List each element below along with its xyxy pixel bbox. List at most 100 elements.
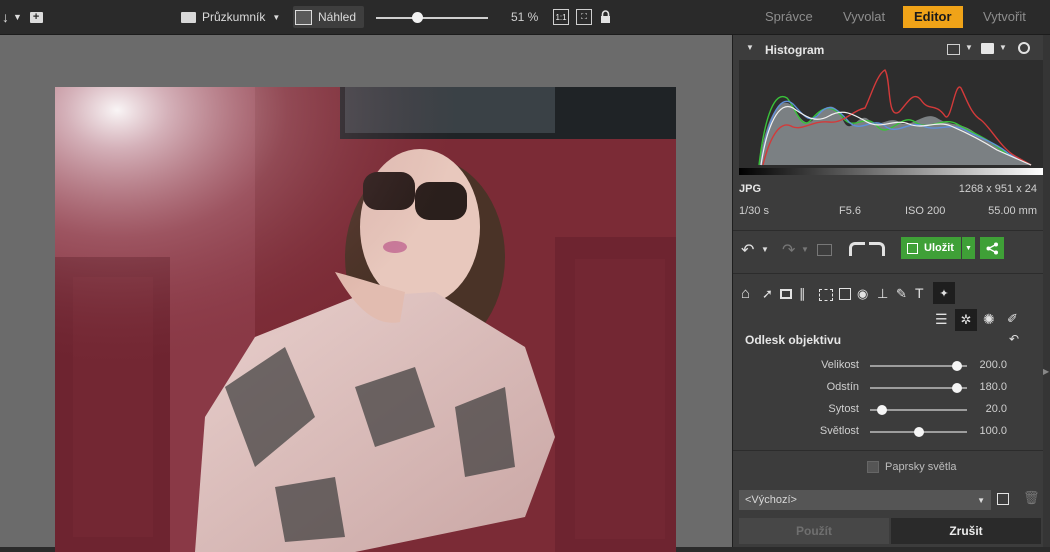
image-icon[interactable] (817, 244, 832, 256)
mode-vytvorit[interactable]: Vytvořit (983, 6, 1026, 28)
redo-icon[interactable]: ↷ (782, 240, 795, 260)
lens-flare-params: Velikost 200.0 Odstín 180.0 Sytost 20.0 … (733, 355, 1043, 445)
chevron-down-icon[interactable]: ▼ (801, 245, 809, 254)
photo-format: JPG (739, 183, 762, 195)
param-value: 180.0 (979, 381, 1007, 393)
param-value: 200.0 (979, 359, 1007, 371)
photo-aperture: F5.6 (839, 205, 862, 217)
param-knob[interactable] (913, 427, 924, 437)
histogram-header[interactable]: ▼ Histogram ▼ ▼ (733, 42, 1043, 57)
param-row[interactable]: Velikost 200.0 (733, 355, 1043, 375)
histogram-title: Histogram (765, 43, 825, 57)
chevron-down-icon[interactable]: ▼ (965, 43, 973, 52)
chevron-down-icon[interactable]: ▼ (761, 245, 769, 254)
collapse-icon[interactable]: ▼ (746, 43, 754, 52)
mode-editor[interactable]: Editor (903, 6, 963, 28)
lens-flare-title: Odlesk objektivu (745, 333, 842, 347)
circle-icon[interactable] (1018, 42, 1030, 54)
selection-icon[interactable] (819, 289, 833, 301)
home-icon[interactable]: ⌂ (741, 285, 750, 302)
sub-tools-row: ☰ ✲ ✺ ✐ (931, 309, 1043, 333)
mode-spravce[interactable]: Správce (765, 6, 813, 28)
rotate-right-icon[interactable] (869, 242, 885, 256)
chevron-down-icon[interactable]: ▼ (13, 12, 22, 22)
histogram-gradient-bar (739, 168, 1043, 175)
pen-icon[interactable]: ✐ (1007, 311, 1018, 327)
level-icon[interactable]: ⊥ (877, 286, 888, 302)
text-box-icon[interactable] (839, 288, 851, 300)
param-label: Sytost (828, 403, 859, 415)
chevron-down-icon[interactable]: ▼ (999, 43, 1007, 52)
lines-icon[interactable]: ☰ (935, 311, 948, 328)
chevron-down-icon: ▼ (977, 495, 985, 505)
photo-image (55, 87, 676, 552)
fit-screen-button[interactable]: ⛶ (576, 0, 592, 34)
save-preset-icon[interactable] (997, 493, 1009, 505)
save-button[interactable]: Uložit (901, 237, 961, 259)
preset-value: <Výchozí> (745, 494, 797, 506)
brush-icon[interactable]: ✎ (896, 286, 907, 302)
zoom-value: 51 % (511, 10, 539, 24)
share-icon (986, 242, 998, 254)
rotate-left-icon[interactable] (849, 242, 865, 256)
new-folder-icon[interactable]: + (29, 11, 43, 23)
top-toolbar: ↓ ▼ + Průzkumník ▼ Náhled 51 % 1:1 ⛶ Spr… (0, 0, 1050, 35)
perspective-icon[interactable]: ∥ (799, 286, 806, 302)
param-value: 20.0 (985, 403, 1007, 415)
sun-icon[interactable]: ✲ (955, 309, 977, 331)
fit-screen-icon: ⛶ (576, 9, 592, 25)
save-options-button[interactable]: ▼ (962, 237, 975, 259)
chevron-down-icon: ▼ (965, 244, 972, 252)
mask-icon[interactable] (981, 43, 994, 54)
save-icon (907, 242, 918, 254)
chevron-down-icon: ▼ (272, 12, 281, 22)
histogram-graph (739, 60, 1043, 175)
photo-iso: ISO 200 (905, 205, 946, 217)
preview-button[interactable]: Náhled (293, 6, 365, 28)
param-row[interactable]: Odstín 180.0 (733, 377, 1043, 397)
sort-icon[interactable]: ↓ (2, 9, 9, 25)
selection-icon[interactable] (947, 44, 960, 55)
preview-label: Náhled (318, 10, 357, 24)
rays-checkbox-row[interactable]: Paprsky světla (867, 461, 957, 473)
left-tools: ↓ ▼ + (2, 0, 43, 34)
photo-workspace (0, 35, 732, 552)
param-knob[interactable] (952, 383, 963, 393)
right-panel: ▼ Histogram ▼ ▼ JPG 1268 x 951 x 24 1/30… (732, 35, 1050, 547)
preview-icon (295, 9, 312, 25)
one-to-one-button[interactable]: 1:1 (553, 0, 569, 34)
lock-icon[interactable] (600, 0, 611, 34)
rays-checkbox[interactable] (867, 461, 879, 473)
mode-vyvolat[interactable]: Vyvolat (843, 6, 885, 28)
photo-shutter: 1/30 s (739, 205, 769, 217)
panel-scrollbar[interactable] (1043, 35, 1050, 547)
star-burst-icon[interactable]: ✺ (983, 311, 995, 328)
crop-icon[interactable] (780, 289, 792, 299)
share-button[interactable] (980, 237, 1004, 259)
apply-button[interactable]: Použít (739, 518, 889, 544)
photo-focal-length: 55.00 mm (988, 205, 1037, 217)
photo-canvas[interactable] (55, 87, 676, 552)
tools-row: ⌂ ➚ ∥ ◉ ⊥ ✎ T ✦ (741, 282, 1041, 307)
explorer-button[interactable]: Průzkumník ▼ (181, 0, 280, 34)
cancel-button[interactable]: Zrušit (891, 518, 1041, 544)
photo-dimensions: 1268 x 951 x 24 (958, 183, 1037, 195)
expand-panel-icon[interactable]: ▶ (1043, 367, 1049, 376)
zoom-slider[interactable] (376, 12, 488, 23)
divider (733, 450, 1043, 451)
param-row[interactable]: Světlost 100.0 (733, 421, 1043, 441)
effects-icon[interactable]: ✦ (933, 282, 955, 304)
pointer-icon[interactable]: ➚ (762, 286, 773, 302)
preset-select[interactable]: <Výchozí> ▼ (739, 490, 991, 510)
zoom-slider-knob[interactable] (412, 12, 423, 23)
param-knob[interactable] (876, 405, 887, 415)
undo-icon[interactable]: ↶ (741, 240, 754, 260)
rays-label: Paprsky světla (885, 461, 957, 473)
param-value: 100.0 (979, 425, 1007, 437)
param-row[interactable]: Sytost 20.0 (733, 399, 1043, 419)
trash-icon[interactable]: 🗑 (1023, 490, 1040, 506)
eye-icon[interactable]: ◉ (857, 286, 868, 302)
text-icon[interactable]: T (915, 285, 924, 301)
param-knob[interactable] (952, 361, 963, 371)
param-label: Velikost (821, 359, 859, 371)
